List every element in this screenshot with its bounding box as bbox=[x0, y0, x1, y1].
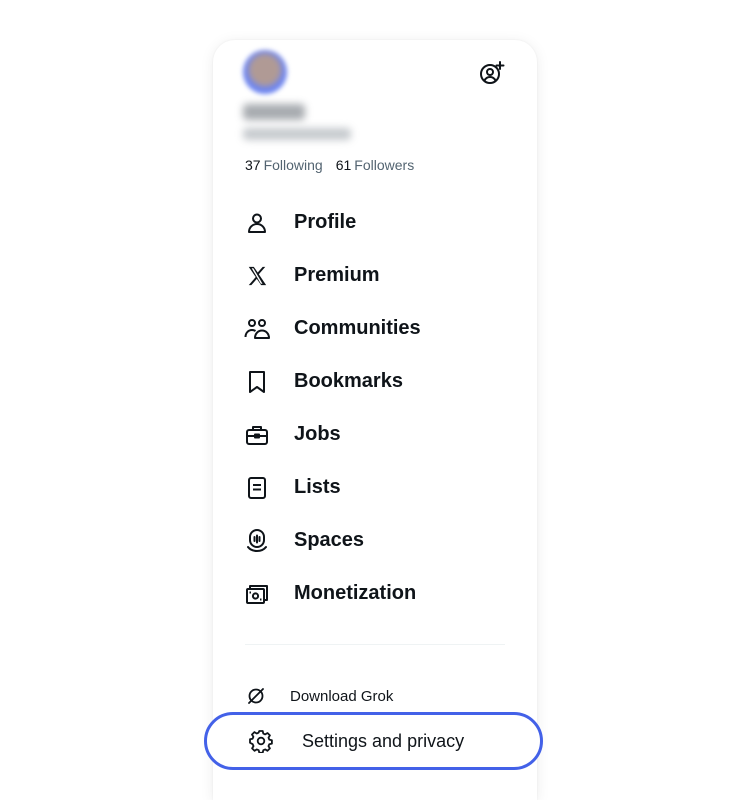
followers-stat[interactable]: 61 Followers bbox=[336, 157, 414, 173]
menu-item-profile[interactable]: Profile bbox=[213, 196, 537, 249]
money-icon bbox=[244, 581, 270, 607]
following-label: Following bbox=[263, 157, 323, 173]
bookmark-icon bbox=[244, 369, 270, 395]
gear-icon bbox=[249, 729, 273, 753]
menu-item-spaces[interactable]: Spaces bbox=[213, 514, 537, 567]
grok-icon bbox=[245, 685, 267, 707]
download-grok-link[interactable]: Download Grok bbox=[213, 680, 537, 712]
download-grok-label: Download Grok bbox=[290, 687, 394, 705]
followers-label: Followers bbox=[354, 157, 415, 173]
navigation-drawer: 37 Following 61 Followers Profile Premiu… bbox=[213, 40, 537, 800]
menu-item-label: Spaces bbox=[294, 529, 365, 551]
menu-item-monetization[interactable]: Monetization bbox=[213, 567, 537, 620]
settings-and-privacy-label: Settings and privacy bbox=[302, 730, 465, 751]
menu-item-label: Bookmarks bbox=[294, 370, 403, 392]
menu-item-label: Premium bbox=[294, 264, 380, 286]
x-logo-icon bbox=[244, 263, 270, 289]
menu-item-label: Communities bbox=[294, 317, 421, 339]
followers-count: 61 bbox=[335, 157, 352, 173]
menu-item-bookmarks[interactable]: Bookmarks bbox=[213, 355, 537, 408]
menu-item-label: Profile bbox=[294, 211, 357, 233]
settings-and-privacy-button[interactable]: Settings and privacy bbox=[204, 712, 543, 770]
menu-item-premium[interactable]: Premium bbox=[213, 249, 537, 302]
follow-stats: 37 Following 61 Followers bbox=[245, 157, 414, 173]
briefcase-icon bbox=[244, 422, 270, 448]
person-icon bbox=[244, 210, 270, 236]
menu-item-label: Lists bbox=[294, 476, 341, 498]
divider bbox=[245, 644, 505, 645]
menu-item-label: Monetization bbox=[294, 582, 417, 604]
menu-item-label: Jobs bbox=[294, 423, 341, 445]
following-stat[interactable]: 37 Following bbox=[245, 157, 323, 173]
following-count: 37 bbox=[245, 157, 261, 173]
menu-item-jobs[interactable]: Jobs bbox=[213, 408, 537, 461]
avatar[interactable] bbox=[243, 50, 287, 94]
display-name-redacted bbox=[243, 104, 305, 120]
microphone-icon bbox=[244, 528, 270, 554]
people-icon bbox=[244, 316, 270, 342]
menu-item-lists[interactable]: Lists bbox=[213, 461, 537, 514]
menu-item-communities[interactable]: Communities bbox=[213, 302, 537, 355]
menu-list: Profile Premium Communities Bookmarks Jo… bbox=[213, 196, 537, 620]
username-redacted bbox=[243, 128, 351, 140]
add-account-icon[interactable] bbox=[478, 59, 506, 87]
list-icon bbox=[244, 475, 270, 501]
